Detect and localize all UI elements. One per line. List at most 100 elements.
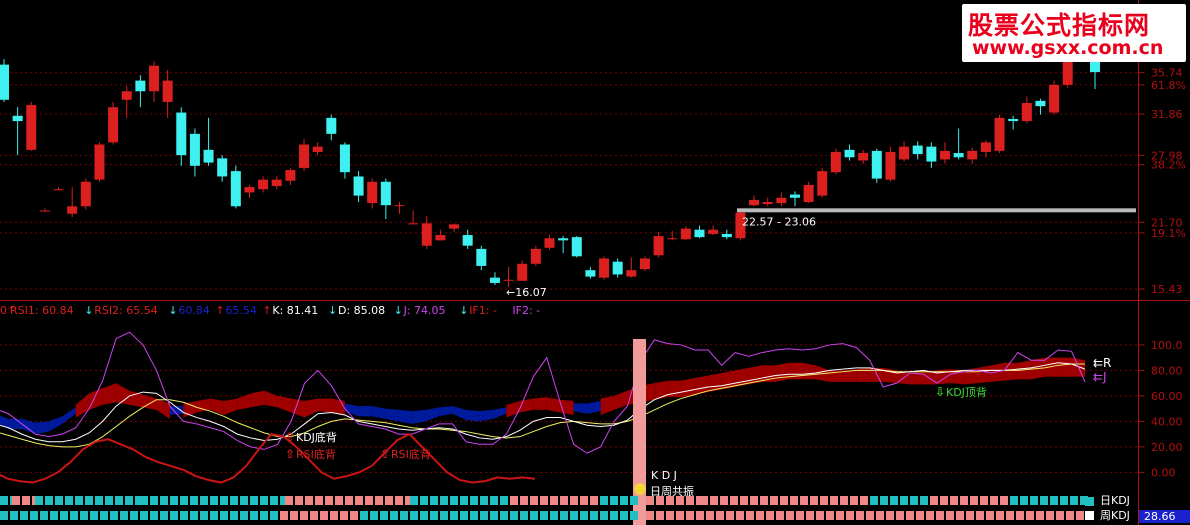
kdj-bottom-signal-arrow: ⇧ [285, 430, 295, 444]
weekly-kdj-block [340, 511, 348, 520]
weekly-kdj-block [470, 511, 478, 520]
candle-body-up [408, 223, 419, 225]
candle [803, 181, 814, 204]
kdj-rsi-indicator[interactable]: 0↑RSI1: 60.84 ↓ RSI2: 65.54 ↓ 60.84 ↑ 65.54 ↑ K:… [0, 304, 1190, 525]
rsi-band [21, 418, 36, 435]
daily-kdj-block [480, 496, 488, 505]
candle-body-up [980, 142, 991, 152]
candle [776, 192, 787, 207]
daily-kdj-block [630, 496, 638, 505]
candle-body-up [749, 199, 760, 206]
rsi-band [385, 408, 399, 422]
lower-red-line [0, 432, 536, 484]
weekly-kdj-block [380, 511, 388, 520]
daily-kdj-block [970, 496, 978, 505]
weekly-kdj-block [220, 511, 228, 520]
weekly-kdj-block [480, 511, 488, 520]
price-tick-label: 35.74 [1151, 67, 1183, 80]
daily-kdj-block [770, 496, 778, 505]
low-price-label: ←16.07 [506, 286, 547, 299]
weekly-kdj-block [946, 511, 954, 520]
price-tick-label: 61.8% [1151, 79, 1186, 92]
weekly-kdj-block [290, 511, 298, 520]
candlestick-series[interactable] [0, 40, 1100, 288]
weekly-kdj-block [350, 511, 358, 520]
candle-body-up [830, 151, 841, 173]
candle-body-up [67, 206, 78, 214]
daily-kdj-block [85, 496, 93, 505]
weekly-kdj-block [610, 511, 618, 520]
rsi-band [75, 393, 90, 418]
weekly-kdj-block [716, 511, 724, 520]
candle [844, 144, 855, 161]
kdj-bottom-signal-label: KDJ底背 [296, 430, 337, 444]
daily-kdj-label: 日KDJ [1100, 494, 1130, 507]
candle-body-down [1008, 118, 1019, 122]
daily-kdj-block [730, 496, 738, 505]
stock-chart[interactable]: 22.57 - 23.06←16.07 0↑RSI1: 60.84 ↓ RSI2: … [0, 0, 1190, 525]
candle-body-down [476, 248, 487, 266]
rsi-band [546, 397, 561, 413]
candle-body-up [39, 210, 50, 212]
rsi-band [62, 407, 76, 424]
daily-kdj-block [1010, 496, 1018, 505]
weekly-kdj-block [956, 511, 964, 520]
weekly-kdj-block [876, 511, 884, 520]
daily-kdj-block [210, 496, 218, 505]
r-line-label: ⇇R [1093, 356, 1111, 370]
candle [953, 128, 964, 160]
weekly-kdj-block [1046, 511, 1054, 520]
daily-kdj-block [860, 496, 868, 505]
candle [612, 258, 623, 278]
weekly-kdj-block [100, 511, 108, 520]
daily-kdj-block [980, 496, 988, 505]
rsi-band [143, 394, 157, 410]
header-item: ↓ [328, 304, 337, 317]
j-line [0, 331, 1086, 454]
rsi-band [223, 398, 238, 416]
indicator-tick-label: 0.00 [1151, 466, 1176, 479]
candle-body-up [149, 65, 160, 92]
candle [449, 223, 460, 232]
candle [94, 142, 105, 182]
candle-body-up [939, 150, 950, 160]
candle [1035, 98, 1046, 115]
weekly-kdj-block [140, 511, 148, 520]
candle [585, 266, 596, 279]
rsi-band [533, 397, 547, 410]
indicator-tick-label: 60.00 [1151, 390, 1183, 403]
weekly-kdj-block [150, 511, 158, 520]
candle [912, 141, 923, 160]
weekly-kdj-block [460, 511, 468, 520]
candle-body-up [258, 179, 269, 190]
candle-body-down [953, 153, 964, 158]
weekly-kdj-block [170, 511, 178, 520]
weekly-kdj-block [726, 511, 734, 520]
candle [380, 178, 391, 220]
weekly-kdj-block [80, 511, 88, 520]
weekly-kdj-block [530, 511, 538, 520]
candle [299, 139, 310, 172]
candle-body-down [135, 80, 146, 92]
rsi-band [210, 398, 224, 416]
candle-body-up [80, 181, 91, 207]
weekly-kdj-block [676, 511, 684, 520]
weekly-kdj-block [10, 511, 18, 520]
weekly-kdj-block [190, 511, 198, 520]
daily-kdj-block [365, 496, 373, 505]
weekly-kdj-block [1006, 511, 1014, 520]
weekly-kdj-block [916, 511, 924, 520]
candle-body-down [176, 112, 187, 156]
daily-kdj-block [890, 496, 898, 505]
candle-body-up [762, 202, 773, 205]
candle-body-down [380, 181, 391, 206]
candle [871, 148, 882, 183]
candle-body-down [694, 229, 705, 238]
daily-kdj-block [385, 496, 393, 505]
candle [639, 256, 650, 272]
rsi-band [802, 362, 816, 380]
weekly-kdj-block [370, 511, 378, 520]
rsi-band [614, 390, 628, 410]
daily-kdj-block [75, 496, 83, 505]
rsi-band [439, 406, 453, 417]
